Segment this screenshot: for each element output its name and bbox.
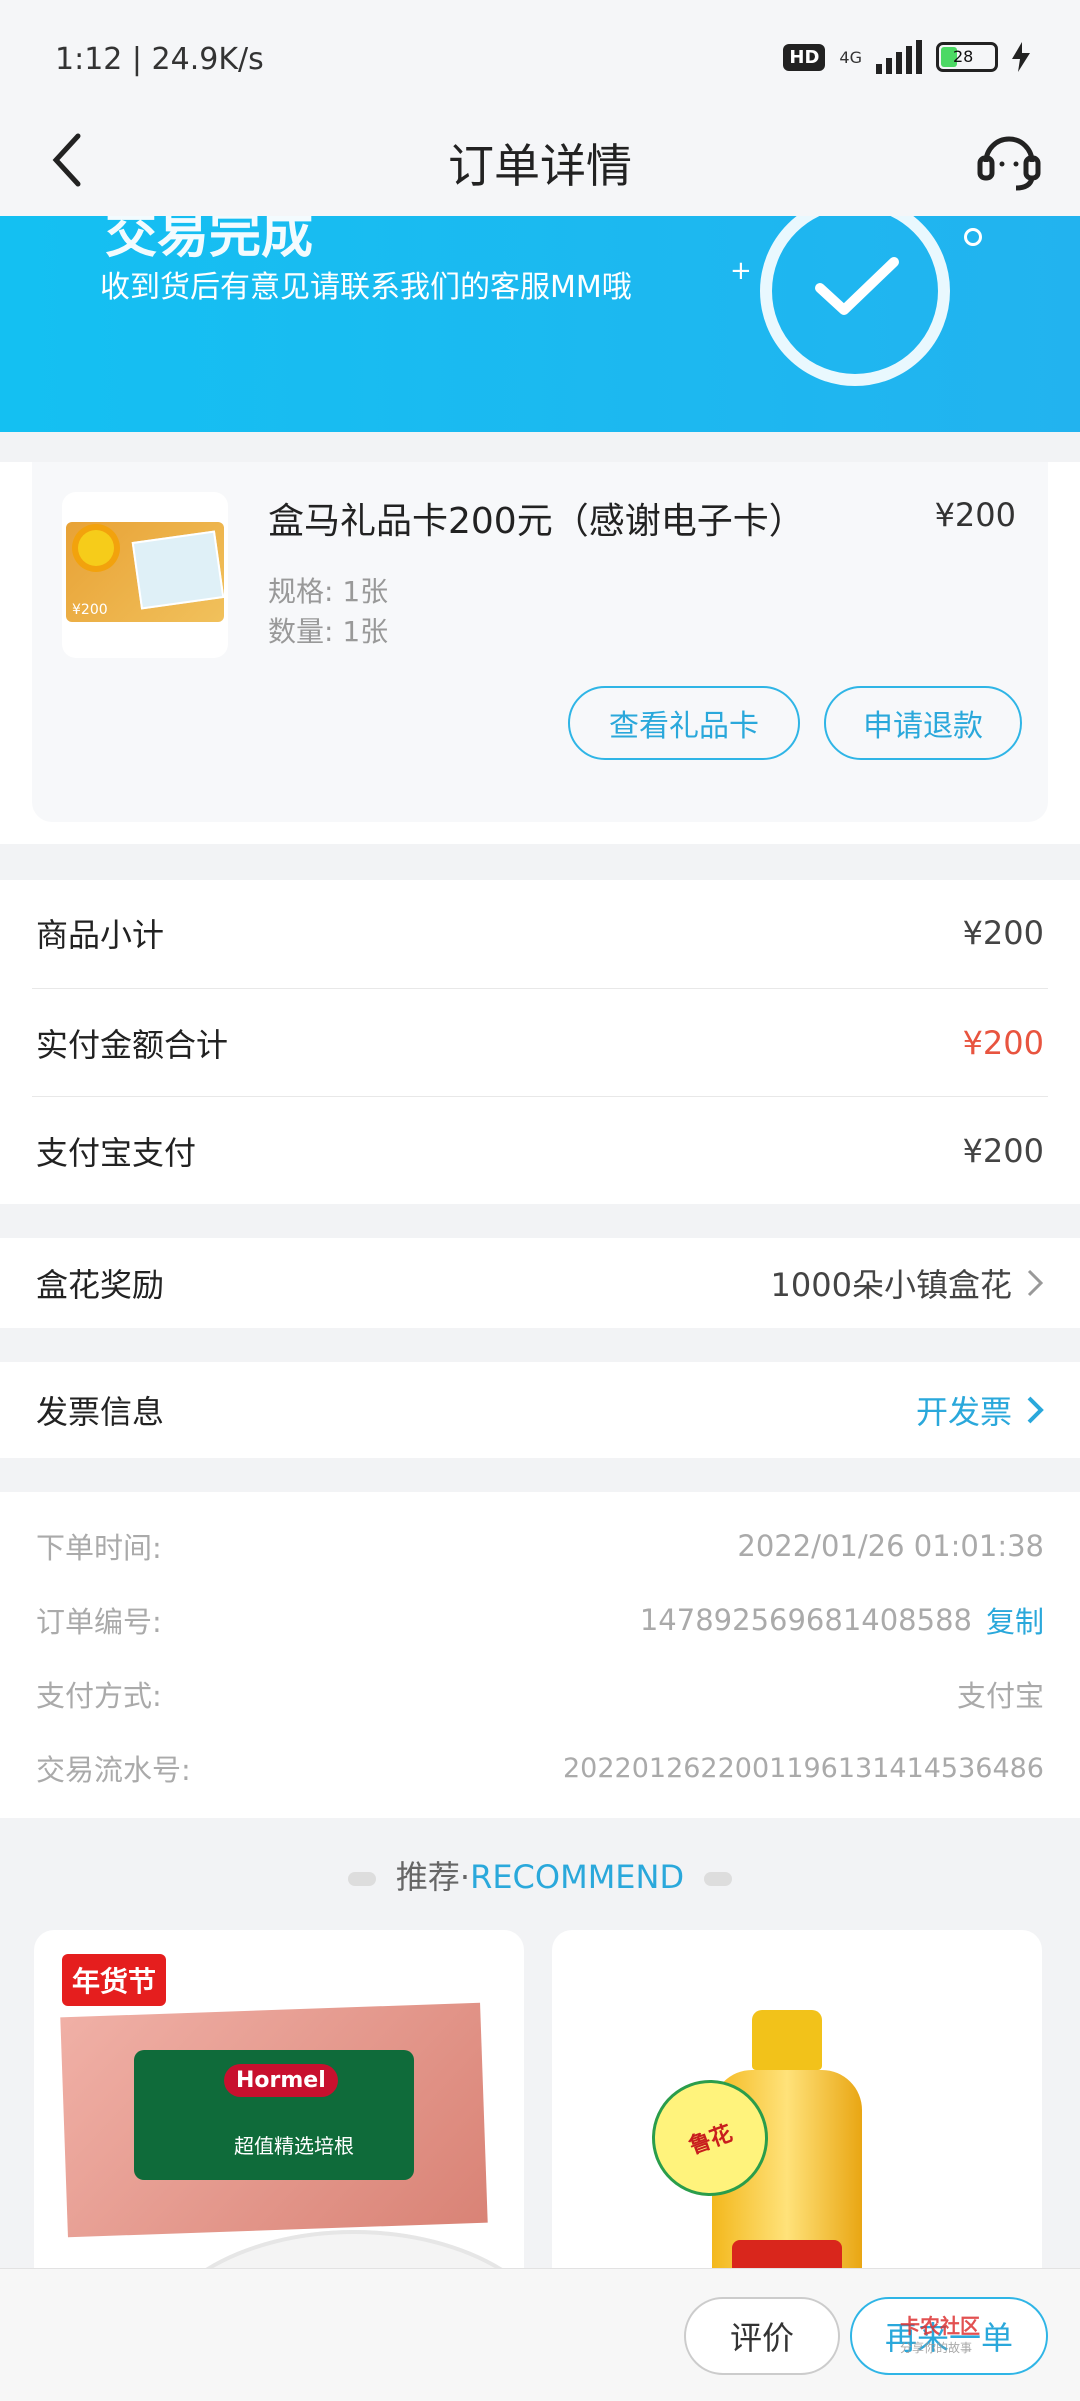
- paid-total-label: 实付金额合计: [36, 1026, 229, 1064]
- product-spec-line: 规格: 1张: [268, 575, 389, 608]
- order-number-label: 订单编号:: [36, 1605, 162, 1639]
- bacon-label: Hormel 超值精选培根: [134, 2050, 414, 2180]
- reward-section[interactable]: 盒花奖励 1000朵小镇盒花: [0, 1238, 1080, 1328]
- title-bar: 订单详情: [0, 110, 1080, 216]
- payment-method-row: 支付宝支付 ¥200: [36, 1098, 1044, 1204]
- view-gift-card-button[interactable]: 查看礼品卡: [568, 686, 800, 760]
- battery-icon: 28: [936, 42, 998, 72]
- order-number-row: 订单编号: 147892569681408588 复制: [36, 1590, 1044, 1650]
- transaction-serial-row: 交易流水号: 2022012622001196131414536486: [36, 1738, 1044, 1798]
- customer-service-icon[interactable]: [974, 124, 1044, 194]
- thumbnail-price: ¥200: [72, 602, 108, 618]
- battery-level: 28: [953, 47, 974, 66]
- decor-dots-icon: [704, 1872, 733, 1886]
- order-status-message: 收到货后有意见请联系我们的客服MM哦: [100, 270, 632, 305]
- subtotal-label: 商品小计: [36, 916, 165, 954]
- network-label: 4G: [839, 47, 862, 67]
- chevron-right-icon: [1027, 1396, 1044, 1424]
- sparkle-icon: +: [730, 256, 752, 286]
- invoice-section[interactable]: 发票信息 开发票: [0, 1362, 1080, 1458]
- product-section: ¥200 盒马礼品卡200元（感谢电子卡） ¥200 规格: 1张 数量: 1张…: [0, 462, 1080, 844]
- product-quantity: 数量: 1张: [268, 615, 389, 648]
- order-time-label: 下单时间:: [36, 1531, 162, 1565]
- order-time-value: 2022/01/26 01:01:38: [737, 1529, 1044, 1563]
- transaction-serial-label: 交易流水号:: [36, 1753, 191, 1787]
- invoice-row[interactable]: 发票信息 开发票: [36, 1362, 1044, 1458]
- envelope-icon: [131, 530, 224, 610]
- pay-method-value: 支付宝: [956, 1679, 1044, 1713]
- order-status-headline: 交易完成: [105, 216, 314, 265]
- reward-row[interactable]: 盒花奖励 1000朵小镇盒花: [36, 1238, 1044, 1328]
- watermark-sub: 分享你的故事: [900, 2341, 973, 2355]
- order-info: 下单时间: 2022/01/26 01:01:38 订单编号: 14789256…: [0, 1492, 1080, 1818]
- payment-method-value: ¥200: [962, 1132, 1044, 1170]
- product-price: ¥200: [934, 496, 1016, 534]
- chevron-right-icon: [1027, 1269, 1044, 1297]
- order-number-value: 147892569681408588: [639, 1603, 972, 1637]
- product-thumbnail[interactable]: ¥200: [62, 492, 228, 658]
- reward-label: 盒花奖励: [36, 1266, 165, 1304]
- payment-summary: 商品小计 ¥200 实付金额合计 ¥200 支付宝支付 ¥200: [0, 880, 1080, 1204]
- page-title: 订单详情: [448, 139, 632, 193]
- reward-value: 1000朵小镇盒花: [770, 1266, 1012, 1304]
- issue-invoice-link[interactable]: 开发票: [916, 1387, 1012, 1433]
- product-spec: 规格: 1张 数量: 1张: [268, 572, 388, 652]
- status-icons: HD 4G 28: [783, 40, 1030, 74]
- refund-button[interactable]: 申请退款: [824, 686, 1022, 760]
- order-time-row: 下单时间: 2022/01/26 01:01:38: [36, 1516, 1044, 1576]
- check-circle-icon: [760, 216, 950, 386]
- divider: [32, 1096, 1048, 1097]
- recommend-title-en: RECOMMEND: [470, 1858, 685, 1896]
- copy-order-number-button[interactable]: 复制: [986, 1599, 1044, 1641]
- recommend-title-cn: 推荐·: [395, 1858, 471, 1896]
- sparkle-dot-icon: [964, 228, 982, 246]
- watermark-logo: 卡农社区 分享你的故事: [900, 2310, 1020, 2355]
- charging-icon: [1012, 42, 1030, 72]
- paid-total-row: 实付金额合计 ¥200: [36, 990, 1044, 1096]
- invoice-label: 发票信息: [36, 1393, 165, 1431]
- status-bar: 1:12 | 24.9K/s HD 4G 28: [0, 0, 1080, 110]
- sunflower-icon: [78, 530, 114, 566]
- promo-badge: 年货节: [62, 1954, 167, 2006]
- divider: [32, 988, 1048, 989]
- gift-card-image: ¥200: [66, 522, 224, 622]
- pay-method-label: 支付方式:: [36, 1679, 162, 1713]
- payment-method-label: 支付宝支付: [36, 1134, 197, 1172]
- hd-badge: HD: [783, 43, 826, 71]
- status-time-speed: 1:12 | 24.9K/s: [55, 42, 264, 77]
- product-card[interactable]: ¥200 盒马礼品卡200元（感谢电子卡） ¥200 规格: 1张 数量: 1张…: [32, 462, 1048, 822]
- product-name: 盒马礼品卡200元（感谢电子卡）: [268, 501, 805, 542]
- transaction-serial-value: 2022012622001196131414536486: [563, 1752, 1044, 1784]
- subtotal-value: ¥200: [962, 914, 1044, 952]
- bottle-cap: [752, 2010, 822, 2070]
- product-label-text: 超值精选培根: [234, 2134, 354, 2158]
- brand-logo: Hormel: [224, 2064, 338, 2097]
- watermark-title: 卡农社区: [900, 2314, 980, 2338]
- paid-total-value: ¥200: [962, 1024, 1044, 1062]
- pay-method-row: 支付方式: 支付宝: [36, 1664, 1044, 1724]
- order-status-banner: 交易完成 收到货后有意见请联系我们的客服MM哦 +: [0, 216, 1080, 432]
- signal-icon: [876, 40, 922, 74]
- subtotal-row: 商品小计 ¥200: [36, 880, 1044, 986]
- review-button[interactable]: 评价: [684, 2297, 840, 2375]
- recommend-heading: 推荐·RECOMMEND: [0, 1852, 1080, 1898]
- decor-dots-icon: [347, 1872, 376, 1886]
